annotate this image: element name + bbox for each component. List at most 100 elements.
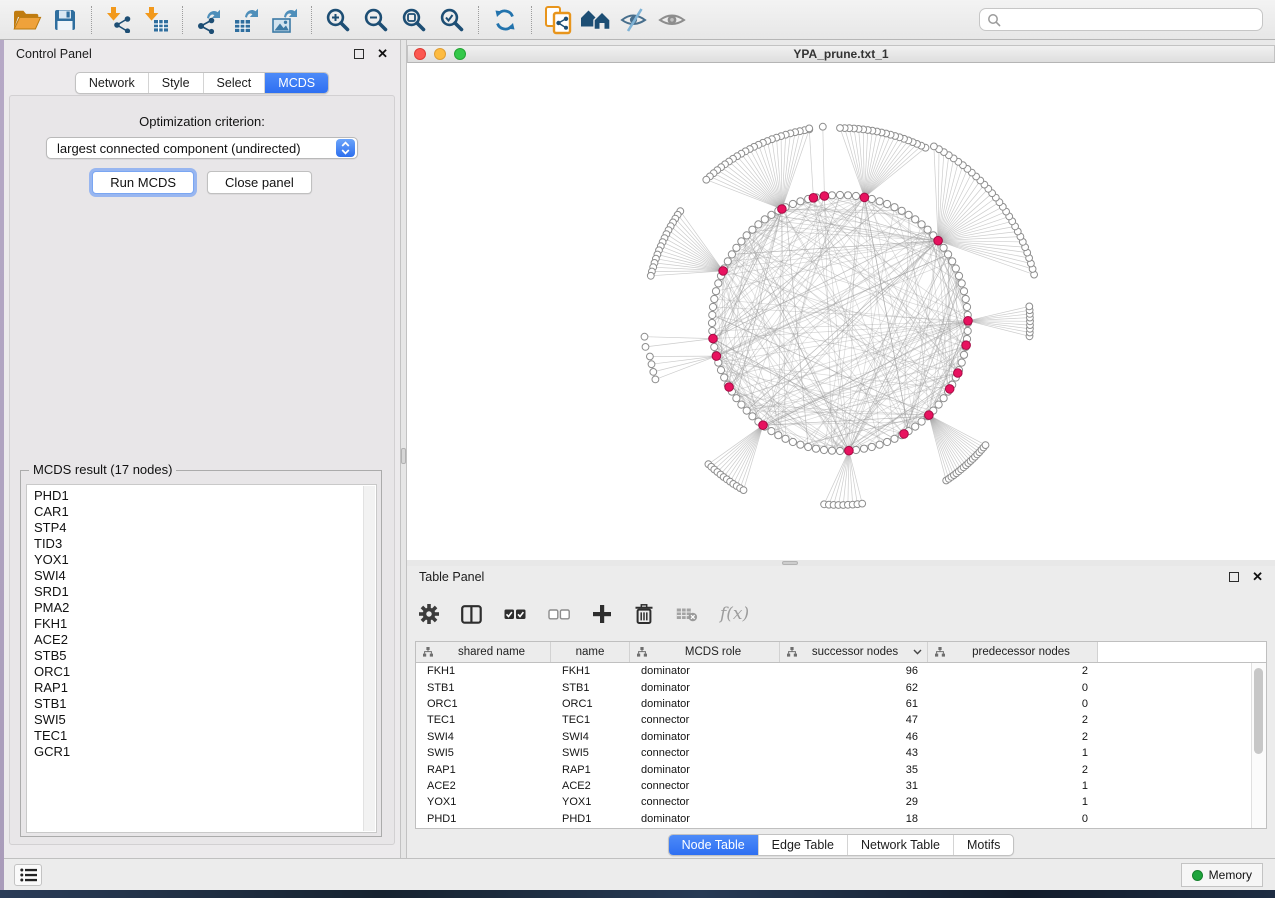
- tab-network[interactable]: Network: [76, 73, 148, 93]
- graph-node[interactable]: [963, 303, 970, 310]
- table-scrollbar[interactable]: [1251, 663, 1266, 828]
- graph-node[interactable]: [982, 442, 989, 449]
- show-eye-icon[interactable]: [653, 3, 691, 37]
- graph-node[interactable]: [738, 238, 745, 245]
- list-item[interactable]: PMA2: [34, 600, 376, 616]
- duplicate-network-icon[interactable]: [539, 3, 577, 37]
- graph-node[interactable]: [642, 344, 649, 351]
- graph-node[interactable]: [652, 376, 659, 383]
- graph-node[interactable]: [924, 226, 931, 233]
- list-item[interactable]: STB1: [34, 696, 376, 712]
- graph-node[interactable]: [868, 443, 875, 450]
- graph-node[interactable]: [648, 361, 655, 368]
- graph-node[interactable]: [960, 351, 967, 358]
- zoom-out-icon[interactable]: [357, 3, 395, 37]
- graph-node[interactable]: [733, 244, 740, 251]
- graph-hub-node[interactable]: [900, 430, 909, 439]
- tab-style[interactable]: Style: [148, 73, 203, 93]
- list-item[interactable]: SWI4: [34, 568, 376, 584]
- graph-node[interactable]: [805, 443, 812, 450]
- list-item[interactable]: TID3: [34, 536, 376, 552]
- graph-node[interactable]: [828, 192, 835, 199]
- panel-menu-button[interactable]: [14, 864, 42, 886]
- table-row[interactable]: YOX1YOX1connector291: [416, 794, 1266, 810]
- graph-node[interactable]: [711, 295, 718, 302]
- graph-node[interactable]: [931, 143, 938, 150]
- float-panel-icon[interactable]: [1229, 572, 1239, 582]
- graph-node[interactable]: [743, 407, 750, 414]
- open-folder-icon[interactable]: [8, 3, 46, 37]
- graph-node[interactable]: [828, 447, 835, 454]
- graph-node[interactable]: [905, 211, 912, 218]
- search-input[interactable]: [1001, 13, 1255, 27]
- graph-node[interactable]: [837, 125, 844, 132]
- graph-hub-node[interactable]: [759, 421, 768, 430]
- table-row[interactable]: RAP1RAP1dominator352: [416, 761, 1266, 777]
- table-row[interactable]: FKH1FKH1dominator962: [416, 663, 1266, 679]
- graph-node[interactable]: [711, 343, 718, 350]
- mcds-result-list[interactable]: PHD1CAR1STP4TID3YOX1SWI4SRD1PMA2FKH1ACE2…: [26, 484, 377, 833]
- graph-node[interactable]: [960, 288, 967, 295]
- graph-node[interactable]: [650, 369, 657, 376]
- select-all-icon[interactable]: [504, 608, 526, 620]
- graph-node[interactable]: [958, 359, 965, 366]
- search-field[interactable]: [979, 8, 1263, 31]
- graph-node[interactable]: [797, 441, 804, 448]
- graph-node[interactable]: [775, 432, 782, 439]
- graph-node[interactable]: [876, 198, 883, 205]
- graph-node[interactable]: [709, 327, 716, 334]
- graph-node[interactable]: [955, 272, 962, 279]
- column-header-predecessor-nodes[interactable]: predecessor nodes: [928, 642, 1098, 662]
- graph-hub-node[interactable]: [845, 446, 854, 455]
- graph-node[interactable]: [918, 418, 925, 425]
- graph-hub-node[interactable]: [934, 236, 943, 245]
- graph-node[interactable]: [812, 445, 819, 452]
- list-item[interactable]: RAP1: [34, 680, 376, 696]
- graph-node[interactable]: [768, 428, 775, 435]
- graph-hub-node[interactable]: [964, 317, 973, 326]
- tab-select[interactable]: Select: [203, 73, 265, 93]
- list-scrollbar[interactable]: [363, 486, 375, 831]
- graph-node[interactable]: [789, 200, 796, 207]
- column-header-successor-nodes[interactable]: successor nodes: [780, 642, 928, 662]
- network-canvas[interactable]: [407, 63, 1275, 560]
- table-row[interactable]: ORC1ORC1dominator610: [416, 696, 1266, 712]
- export-network-icon[interactable]: [190, 3, 228, 37]
- graph-node[interactable]: [940, 395, 947, 402]
- list-item[interactable]: FKH1: [34, 616, 376, 632]
- graph-node[interactable]: [891, 435, 898, 442]
- export-table-icon[interactable]: [228, 3, 266, 37]
- graph-node[interactable]: [782, 435, 789, 442]
- zoom-fit-icon[interactable]: [395, 3, 433, 37]
- graph-node[interactable]: [740, 487, 747, 494]
- list-item[interactable]: ACE2: [34, 632, 376, 648]
- vertical-splitter[interactable]: [400, 40, 407, 858]
- network-window-titlebar[interactable]: YPA_prune.txt_1: [407, 45, 1275, 63]
- zoom-selected-icon[interactable]: [433, 3, 471, 37]
- graph-node[interactable]: [797, 198, 804, 205]
- table-row[interactable]: STB1STB1dominator620: [416, 679, 1266, 695]
- graph-node[interactable]: [806, 125, 813, 132]
- graph-node[interactable]: [768, 211, 775, 218]
- zoom-in-icon[interactable]: [319, 3, 357, 37]
- graph-node[interactable]: [761, 216, 768, 223]
- graph-node[interactable]: [912, 216, 919, 223]
- run-mcds-button[interactable]: Run MCDS: [92, 171, 194, 194]
- graph-node[interactable]: [641, 333, 648, 340]
- optimization-criterion-dropdown[interactable]: largest connected component (undirected): [46, 137, 358, 159]
- table-row[interactable]: SWI4SWI4dominator462: [416, 729, 1266, 745]
- float-panel-icon[interactable]: [354, 49, 364, 59]
- graph-hub-node[interactable]: [945, 385, 954, 394]
- graph-node[interactable]: [964, 327, 971, 334]
- graph-node[interactable]: [891, 204, 898, 211]
- graph-node[interactable]: [860, 445, 867, 452]
- graph-node[interactable]: [945, 251, 952, 258]
- graph-node[interactable]: [820, 446, 827, 453]
- splitter-handle[interactable]: [782, 561, 798, 565]
- list-item[interactable]: CAR1: [34, 504, 376, 520]
- graph-node[interactable]: [743, 232, 750, 239]
- column-header-name[interactable]: name: [551, 642, 630, 662]
- memory-button[interactable]: Memory: [1181, 863, 1263, 887]
- list-item[interactable]: STB5: [34, 648, 376, 664]
- graph-node[interactable]: [728, 251, 735, 258]
